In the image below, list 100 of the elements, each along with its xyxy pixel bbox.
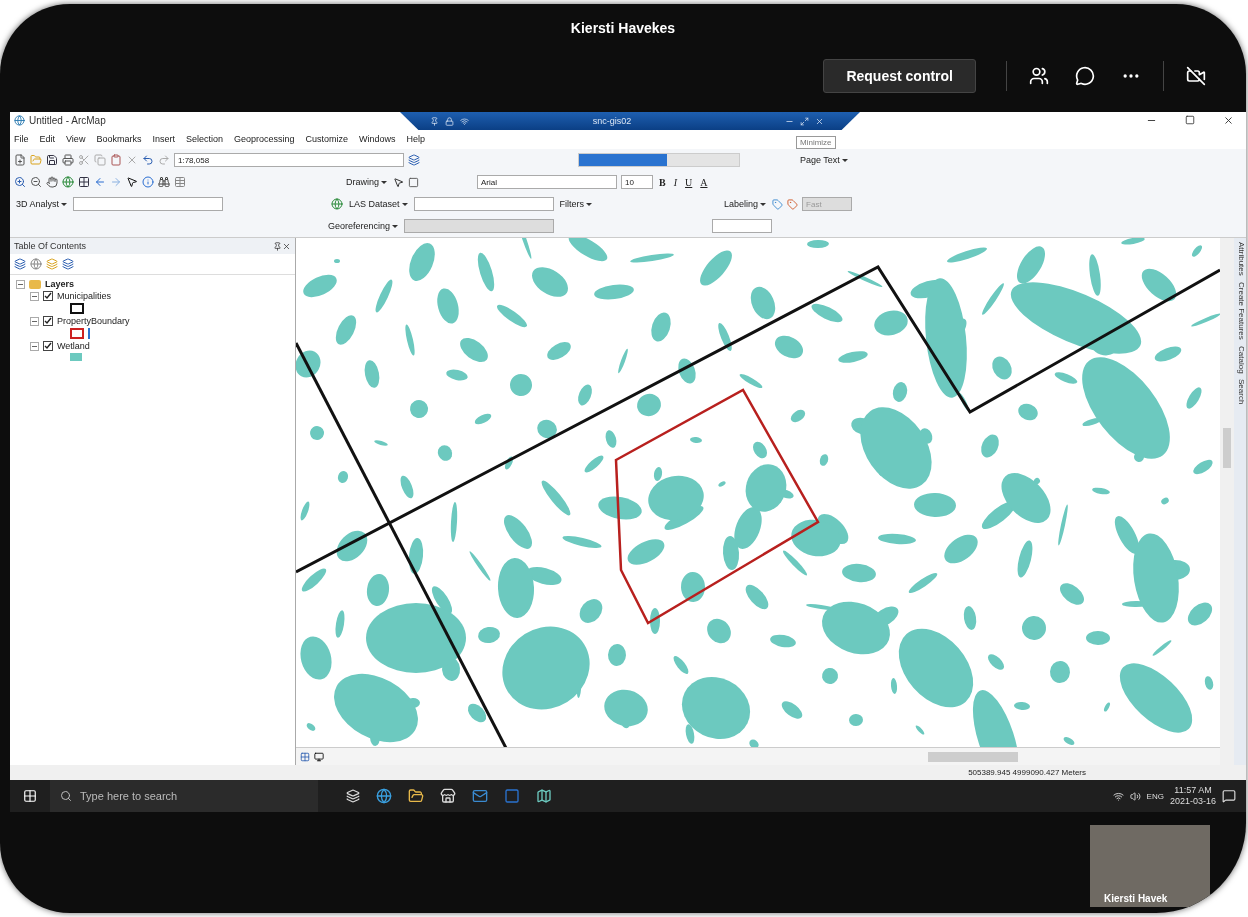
- slider-track[interactable]: [578, 153, 740, 168]
- participant-name: Kiersti Havek: [1103, 893, 1168, 906]
- caret-icon: [586, 202, 593, 206]
- menu-item[interactable]: Selection: [185, 134, 223, 145]
- layers-icon[interactable]: [408, 154, 420, 167]
- vertical-scrollbar[interactable]: [1220, 238, 1235, 766]
- menu-item[interactable]: Bookmarks: [96, 134, 142, 145]
- menu-item[interactable]: Geoprocessing: [233, 134, 295, 145]
- network-icon: [1112, 790, 1124, 802]
- globe-icon[interactable]: [62, 176, 74, 189]
- zoom-out-icon[interactable]: [30, 176, 42, 189]
- save-icon[interactable]: [46, 154, 58, 167]
- clock-time: 11:57 AM: [1174, 785, 1212, 796]
- request-control-button[interactable]: Request control: [823, 59, 976, 93]
- search-placeholder: Type here to search: [80, 790, 178, 802]
- app-icon: [14, 115, 25, 127]
- close-icon[interactable]: [1223, 115, 1234, 127]
- font-color-button[interactable]: A: [698, 176, 710, 188]
- georeferencing-dropdown[interactable]: Georeferencing: [326, 221, 401, 232]
- side-tab[interactable]: Search: [1234, 379, 1246, 405]
- caret-icon: [61, 202, 68, 206]
- new-document-icon[interactable]: [14, 154, 26, 167]
- layer-label[interactable]: Wetland: [57, 341, 90, 352]
- browser-icon[interactable]: [376, 788, 392, 804]
- printer-icon[interactable]: [62, 154, 74, 167]
- collapse-toggle[interactable]: [30, 316, 39, 326]
- page-text-dropdown[interactable]: Page Text: [798, 155, 850, 166]
- layer-group-label[interactable]: Layers: [45, 279, 75, 290]
- menu-item[interactable]: View: [66, 134, 86, 145]
- menu-item[interactable]: Windows: [359, 134, 396, 145]
- caret-icon: [841, 158, 848, 162]
- volume-icon: [1129, 790, 1141, 802]
- caret-icon: [401, 202, 408, 206]
- layer-checkbox[interactable]: [43, 291, 53, 302]
- menu-item[interactable]: File: [14, 134, 29, 145]
- rectangle-icon[interactable]: [408, 176, 419, 188]
- menu-item[interactable]: Edit: [39, 134, 56, 145]
- pointer-icon[interactable]: [393, 176, 404, 188]
- globe-icon[interactable]: [331, 198, 344, 211]
- grid-icon[interactable]: [78, 176, 90, 189]
- undo-icon[interactable]: [142, 154, 154, 167]
- hand-icon[interactable]: [46, 176, 58, 189]
- side-tab[interactable]: Catalog: [1234, 345, 1246, 374]
- caret-icon: [392, 224, 399, 228]
- side-tab[interactable]: Create Features: [1234, 282, 1246, 340]
- pointer-icon[interactable]: [126, 176, 138, 189]
- notifications-icon[interactable]: [1222, 789, 1236, 803]
- clipboard-icon[interactable]: [110, 154, 122, 167]
- pin-icon[interactable]: [273, 241, 283, 251]
- tooltip: Minimize: [796, 136, 836, 149]
- map-app-icon[interactable]: [536, 788, 552, 804]
- layer-checkbox[interactable]: [43, 316, 53, 327]
- panel-title: Table Of Contents: [14, 241, 87, 252]
- app-icon[interactable]: [504, 788, 520, 804]
- folder-icon: [29, 279, 41, 289]
- windows-start-icon[interactable]: [23, 789, 37, 803]
- maximize-icon[interactable]: [1185, 115, 1195, 126]
- menu-item[interactable]: Help: [406, 134, 426, 145]
- restore-icon[interactable]: [800, 116, 809, 126]
- binoculars-icon[interactable]: [158, 176, 170, 189]
- menu-item[interactable]: Insert: [152, 134, 175, 145]
- collapse-toggle[interactable]: [30, 291, 39, 301]
- status-coordinates: 505389.945 4999090.427 Meters: [10, 765, 1246, 780]
- dataset-field[interactable]: [413, 197, 554, 212]
- layer-checkbox[interactable]: [43, 341, 53, 352]
- layer-field[interactable]: [404, 219, 555, 234]
- mail-icon[interactable]: [472, 788, 488, 804]
- language-indicator[interactable]: ENG: [1146, 791, 1164, 801]
- layout-view-icon[interactable]: [314, 751, 325, 762]
- pin-icon[interactable]: [430, 116, 439, 126]
- layer-field[interactable]: [73, 197, 224, 212]
- italic-button[interactable]: I: [671, 176, 680, 188]
- bold-button[interactable]: B: [657, 176, 668, 188]
- font-size-field[interactable]: 10: [621, 175, 653, 190]
- close-icon[interactable]: [815, 116, 824, 126]
- rotation-field[interactable]: [712, 219, 773, 234]
- collapse-toggle[interactable]: [30, 341, 39, 351]
- data-view-icon[interactable]: [300, 751, 311, 762]
- drawing-dropdown[interactable]: Drawing: [344, 177, 389, 188]
- side-tab[interactable]: Attributes: [1234, 242, 1246, 277]
- layer-label[interactable]: Municipalities: [57, 291, 112, 302]
- signal-icon: [460, 116, 469, 126]
- folder-icon[interactable]: [408, 788, 424, 804]
- zoom-in-icon[interactable]: [14, 176, 26, 189]
- underline-button[interactable]: U: [683, 176, 695, 188]
- filters-dropdown[interactable]: Filters: [557, 199, 595, 210]
- caret-icon: [760, 202, 767, 206]
- window-title: Untitled - ArcMap: [29, 115, 106, 127]
- close-icon[interactable]: [282, 241, 292, 251]
- las-dataset-dropdown[interactable]: LAS Dataset: [347, 199, 410, 210]
- lock-icon[interactable]: [445, 116, 454, 126]
- 3d-analyst-dropdown[interactable]: 3D Analyst: [14, 199, 70, 210]
- store-icon[interactable]: [440, 788, 456, 804]
- collapse-toggle[interactable]: [16, 279, 25, 289]
- taskbar-search-field[interactable]: Type here to search: [50, 780, 318, 812]
- layer-label[interactable]: PropertyBoundary: [57, 316, 130, 327]
- menu-item[interactable]: Customize: [305, 134, 348, 145]
- labeling-dropdown[interactable]: Labeling: [722, 199, 769, 210]
- scale-field[interactable]: 1:78,058: [174, 153, 404, 168]
- font-field[interactable]: Arial: [477, 175, 617, 190]
